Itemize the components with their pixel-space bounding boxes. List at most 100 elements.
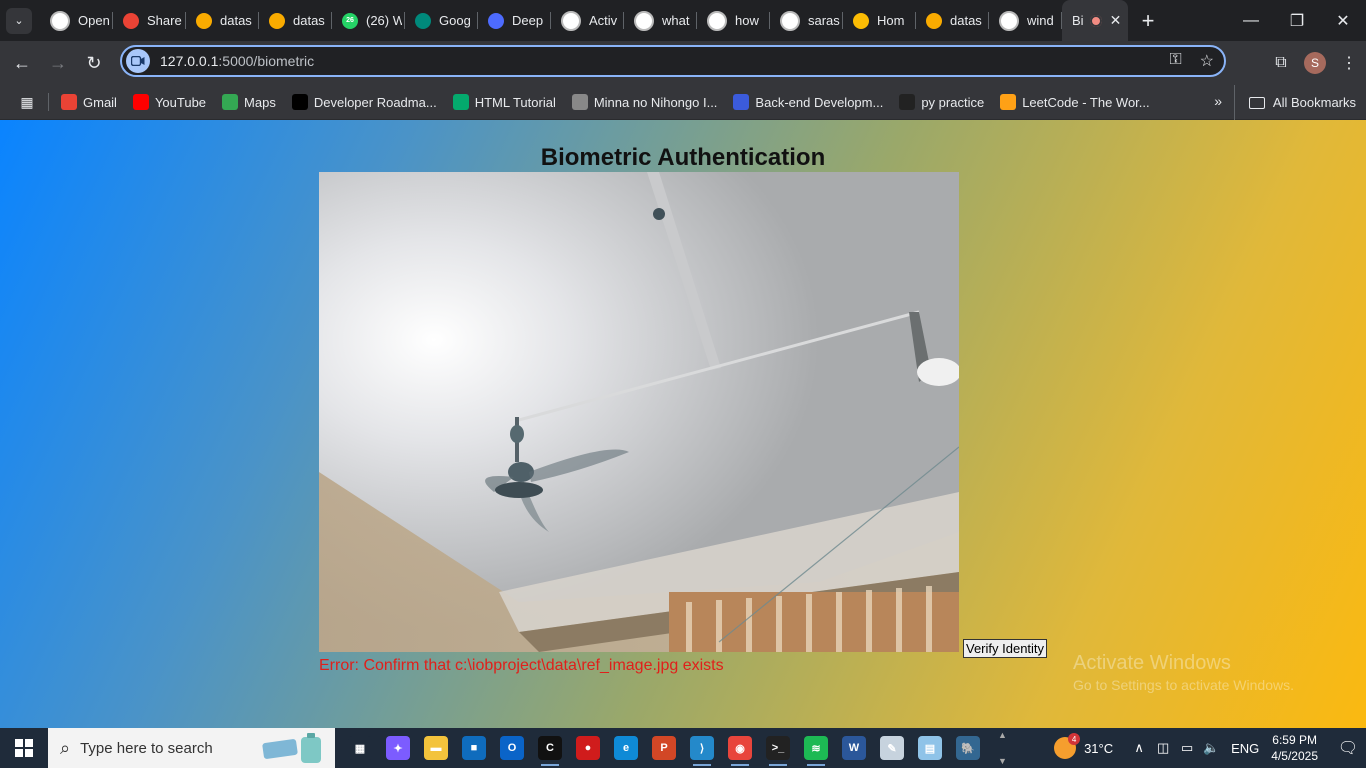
tab-11[interactable]: Hom <box>843 0 916 41</box>
url-path: :5000/biometric <box>218 53 315 69</box>
spotify-icon[interactable]: ≋ <box>797 728 835 768</box>
outlook-icon[interactable]: O <box>493 728 531 768</box>
recorder-icon[interactable]: ● <box>569 728 607 768</box>
tab-label: Activ <box>589 13 618 28</box>
vscode-icon-glyph: ⟩ <box>690 736 714 760</box>
terminal-icon[interactable]: >_ <box>759 728 797 768</box>
chrome-icon-glyph: ◉ <box>728 736 752 760</box>
camera-tray-icon[interactable]: ◫ <box>1151 740 1175 756</box>
edge-icon-glyph: e <box>614 736 638 760</box>
tab-1[interactable]: Share <box>113 0 186 41</box>
weather-badge: 4 <box>1068 733 1081 745</box>
tab-5[interactable]: Goog <box>405 0 478 41</box>
bookmarks-overflow-icon[interactable]: » <box>1214 93 1222 109</box>
copilot-icon[interactable]: ✦ <box>379 728 417 768</box>
tab-10[interactable]: saras <box>770 0 843 41</box>
bookmark-label: LeetCode - The Wor... <box>1022 94 1150 110</box>
address-bar[interactable]: 127.0.0.1:5000/biometric ⚿ ☆ <box>120 45 1226 77</box>
notepad-icon[interactable]: ▤ <box>911 728 949 768</box>
vscode-icon[interactable]: ⟩ <box>683 728 721 768</box>
menu-icon[interactable]: ⋮ <box>1332 46 1366 80</box>
word-icon[interactable]: W <box>835 728 873 768</box>
gmail-icon <box>123 12 139 29</box>
tab-6[interactable]: Deep <box>478 0 551 41</box>
folder-icon <box>1248 96 1265 109</box>
bookmark-4[interactable]: HTML Tutorial <box>452 94 556 110</box>
file-explorer-icon[interactable]: ▬ <box>417 728 455 768</box>
store-icon-glyph: ■ <box>462 736 486 760</box>
bookmark-1[interactable]: YouTube <box>132 94 206 110</box>
bookmark-8[interactable]: LeetCode - The Wor... <box>1000 94 1150 110</box>
all-bookmarks-button[interactable]: All Bookmarks <box>1233 85 1356 120</box>
clock[interactable]: 6:59 PM 4/5/2025 <box>1271 732 1318 764</box>
outlook-icon-glyph: O <box>500 736 524 760</box>
extensions-icon[interactable]: ⧉ <box>1264 46 1298 80</box>
clion-icon[interactable]: C <box>531 728 569 768</box>
show-hidden-icons[interactable]: ∧ <box>1127 740 1151 756</box>
bookmark-label: Developer Roadma... <box>313 94 437 110</box>
course-icon <box>733 94 750 110</box>
notifications-icon[interactable]: 🗨 <box>1330 728 1366 768</box>
bookmark-label: Maps <box>244 94 276 110</box>
terminal-icon-glyph: >_ <box>766 736 790 760</box>
paint-icon-glyph: ✎ <box>880 736 904 760</box>
temperature: 31°C <box>1084 740 1114 756</box>
url-text: 127.0.0.1:5000/biometric <box>160 53 314 69</box>
reload-button[interactable]: ↻ <box>76 45 112 81</box>
camera-permission-icon[interactable] <box>126 49 150 73</box>
tab-13[interactable]: wind <box>989 0 1062 41</box>
bookmark-star-icon[interactable]: ☆ <box>1200 51 1214 71</box>
tab-9[interactable]: how <box>697 0 770 41</box>
bookmark-5[interactable]: Minna no Nihongo I... <box>571 94 717 110</box>
tab-2[interactable]: datas <box>186 0 259 41</box>
paint-icon[interactable]: ✎ <box>873 728 911 768</box>
forward-button[interactable]: → <box>40 45 76 81</box>
close-tab-icon[interactable]: ✕ <box>1110 12 1122 29</box>
omnibox-icons: ⚿ ☆ <box>1169 51 1214 71</box>
tab-7[interactable]: Activ <box>551 0 624 41</box>
profile-avatar[interactable]: S <box>1304 52 1326 74</box>
leetcode-icon <box>1000 94 1017 110</box>
bookmark-2[interactable]: Maps <box>222 94 276 110</box>
tab-search-button[interactable]: ⌄ <box>6 7 32 34</box>
tab-0[interactable]: Open <box>40 0 113 41</box>
close-window-button[interactable]: ✕ <box>1320 0 1366 41</box>
notepad-icon-glyph: ▤ <box>918 736 942 760</box>
apps-grid-icon[interactable]: ▦ <box>18 93 49 111</box>
verify-identity-button[interactable]: Verify Identity <box>963 639 1048 658</box>
tab-8[interactable]: what <box>624 0 697 41</box>
task-view-icon[interactable]: ▦ <box>341 728 379 768</box>
tab-label: Share <box>147 13 182 28</box>
taskbar-search[interactable]: ⌕ Type here to search <box>48 728 335 768</box>
edge-icon[interactable]: e <box>607 728 645 768</box>
start-button[interactable] <box>0 728 48 768</box>
tab-label: wind <box>1027 13 1054 28</box>
volume-icon[interactable]: 🔈 <box>1199 740 1223 756</box>
bookmark-0[interactable]: Gmail <box>61 94 117 110</box>
language-indicator[interactable]: ENG <box>1231 741 1259 756</box>
tab-label: Hom <box>877 13 905 28</box>
powerpoint-icon[interactable]: P <box>645 728 683 768</box>
minimize-button[interactable]: — <box>1228 0 1274 41</box>
watermark-title: Activate Windows <box>1073 652 1231 674</box>
tab-label: datas <box>950 13 982 28</box>
restore-button[interactable]: ❐ <box>1274 0 1320 41</box>
chrome-icon[interactable]: ◉ <box>721 728 759 768</box>
battery-icon[interactable]: ▭ <box>1175 740 1199 756</box>
bookmark-3[interactable]: Developer Roadma... <box>291 94 437 110</box>
tab-active[interactable]: Bi ✕ <box>1062 0 1128 41</box>
back-button[interactable]: ← <box>4 45 40 81</box>
tab-3[interactable]: datas <box>259 0 332 41</box>
bookmark-7[interactable]: py practice <box>899 94 984 110</box>
taskbar: ⌕ Type here to search ▦ ✦ ▬ ■ O C ● e P ⟩ ◉ >_ ≋ W ✎ ▤ 🐘… <box>0 728 1366 768</box>
bookmark-6[interactable]: Back-end Developm... <box>733 94 883 110</box>
pgadmin-icon[interactable]: 🐘 <box>949 728 987 768</box>
store-icon[interactable]: ■ <box>455 728 493 768</box>
weather-widget[interactable]: 4 31°C <box>1054 733 1114 759</box>
tab-4[interactable]: 26 (26) W <box>332 0 405 41</box>
tab-12[interactable]: datas <box>916 0 989 41</box>
password-key-icon[interactable]: ⚿ <box>1169 51 1181 71</box>
new-tab-button[interactable]: + <box>1134 7 1162 35</box>
tab-label: saras <box>808 13 840 28</box>
taskbar-scroll[interactable]: ▲ ▼ <box>998 728 1010 768</box>
